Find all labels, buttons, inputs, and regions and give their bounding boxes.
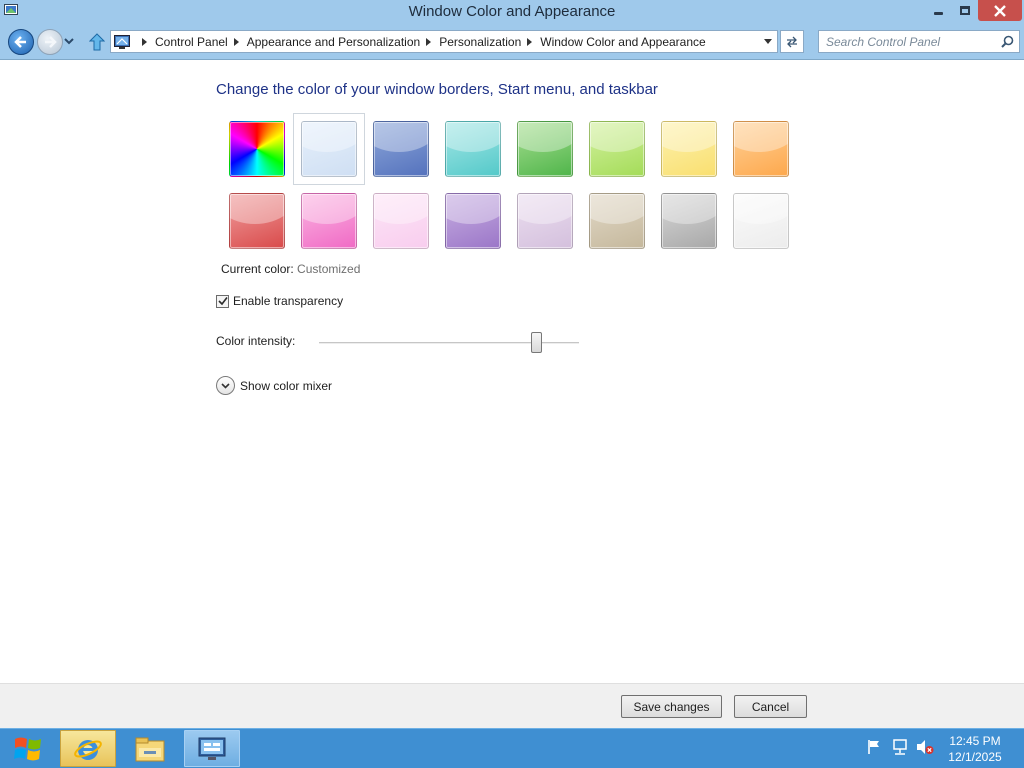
main-content: Change the color of your window borders,… [0, 61, 1024, 683]
refresh-button[interactable] [780, 30, 804, 53]
title-bar: Window Color and Appearance [0, 0, 1024, 24]
recent-pages-chevron-down-icon[interactable] [64, 38, 74, 45]
breadcrumb-window-color-and-appearance[interactable]: Window Color and Appearance [540, 35, 705, 49]
taskbar-control-panel[interactable] [184, 730, 240, 767]
show-color-mixer-label[interactable]: Show color mixer [240, 379, 332, 393]
color-swatch-taupe[interactable] [589, 193, 651, 255]
current-color-label: Current color: [221, 262, 294, 276]
minimize-icon [934, 12, 943, 15]
internet-explorer-icon [74, 739, 102, 760]
back-button[interactable] [8, 29, 34, 55]
start-button[interactable] [4, 731, 52, 767]
color-intensity-slider[interactable] [319, 331, 579, 355]
clock-time: 12:45 PM [949, 734, 1001, 748]
chevron-down-icon [221, 382, 230, 389]
color-swatch-sky[interactable] [293, 113, 365, 185]
color-swatch-fuchsia[interactable] [301, 193, 363, 255]
save-changes-button[interactable]: Save changes [621, 695, 722, 718]
up-arrow-icon [89, 33, 105, 51]
forward-arrow-icon [45, 36, 57, 48]
color-swatch-violet[interactable] [445, 193, 507, 255]
close-icon [994, 4, 1006, 17]
action-center-flag-icon[interactable] [866, 739, 882, 755]
breadcrumb-personalization[interactable]: Personalization [439, 35, 521, 49]
address-history-chevron-down-icon[interactable] [764, 39, 772, 44]
taskbar: 12:45 PM 12/1/2025 [0, 728, 1024, 768]
taskbar-internet-explorer[interactable] [60, 730, 116, 767]
color-swatch-sun[interactable] [661, 121, 723, 183]
color-swatch-automatic[interactable] [229, 121, 291, 183]
enable-transparency-row[interactable]: Enable transparency [216, 294, 343, 308]
refresh-icon [787, 36, 797, 47]
breadcrumb-separator-icon[interactable] [233, 37, 239, 46]
restore-icon [959, 6, 970, 15]
color-swatch-sea-foam[interactable] [445, 121, 507, 183]
forward-button[interactable] [37, 29, 63, 55]
expand-circle-icon[interactable] [216, 376, 235, 395]
search-icon[interactable] [1001, 35, 1014, 48]
system-clock[interactable]: 12:45 PM 12/1/2025 [940, 733, 1010, 765]
color-swatch-lime[interactable] [589, 121, 651, 183]
checkmark-icon [217, 297, 228, 306]
window-title: Window Color and Appearance [408, 3, 616, 20]
color-intensity-label: Color intensity: [216, 334, 296, 348]
color-swatch-leaf[interactable] [517, 121, 579, 183]
clock-date: 12/1/2025 [948, 750, 1002, 764]
breadcrumb-separator-icon[interactable] [426, 37, 432, 46]
control-panel-icon [198, 737, 226, 760]
search-placeholder: Search Control Panel [826, 35, 941, 49]
search-input[interactable]: Search Control Panel [818, 30, 1020, 53]
control-panel-icon [114, 34, 130, 49]
breadcrumb-separator-icon[interactable] [527, 37, 533, 46]
windows-start-icon [14, 737, 41, 761]
address-bar[interactable]: Control Panel Appearance and Personaliza… [110, 30, 778, 53]
breadcrumb-separator-icon[interactable] [142, 37, 147, 46]
breadcrumb-control-panel[interactable]: Control Panel [155, 35, 228, 49]
current-color-text: Current color: Customized [221, 262, 360, 276]
close-button[interactable] [978, 0, 1022, 21]
navigation-bar: Control Panel Appearance and Personaliza… [0, 24, 1024, 60]
color-swatch-pumpkin[interactable] [733, 121, 795, 183]
cancel-button[interactable]: Cancel [734, 695, 807, 718]
page-heading: Change the color of your window borders,… [216, 81, 658, 98]
enable-transparency-label[interactable]: Enable transparency [233, 294, 343, 308]
color-swatch-ruby[interactable] [229, 193, 291, 255]
back-arrow-icon [14, 36, 26, 48]
color-swatch-blush[interactable] [373, 193, 435, 255]
show-color-mixer-toggle[interactable]: Show color mixer [216, 376, 332, 395]
volume-muted-icon[interactable] [916, 739, 934, 755]
command-bar: Save changes Cancel [0, 683, 1024, 728]
color-swatch-lavender[interactable] [517, 193, 579, 255]
color-swatch-chocolate[interactable] [661, 193, 723, 255]
network-icon[interactable] [891, 739, 909, 755]
breadcrumb-appearance-and-personalization[interactable]: Appearance and Personalization [247, 35, 420, 49]
minimize-button[interactable] [926, 0, 951, 21]
taskbar-file-explorer[interactable] [122, 730, 178, 767]
color-swatch-twilight[interactable] [373, 121, 435, 183]
current-color-value: Customized [297, 262, 361, 276]
file-explorer-icon [135, 737, 165, 761]
restore-button[interactable] [952, 0, 977, 21]
slider-thumb[interactable] [531, 332, 542, 353]
enable-transparency-checkbox[interactable] [216, 294, 229, 308]
up-button[interactable] [88, 32, 106, 52]
color-swatch-frost[interactable] [733, 193, 795, 255]
